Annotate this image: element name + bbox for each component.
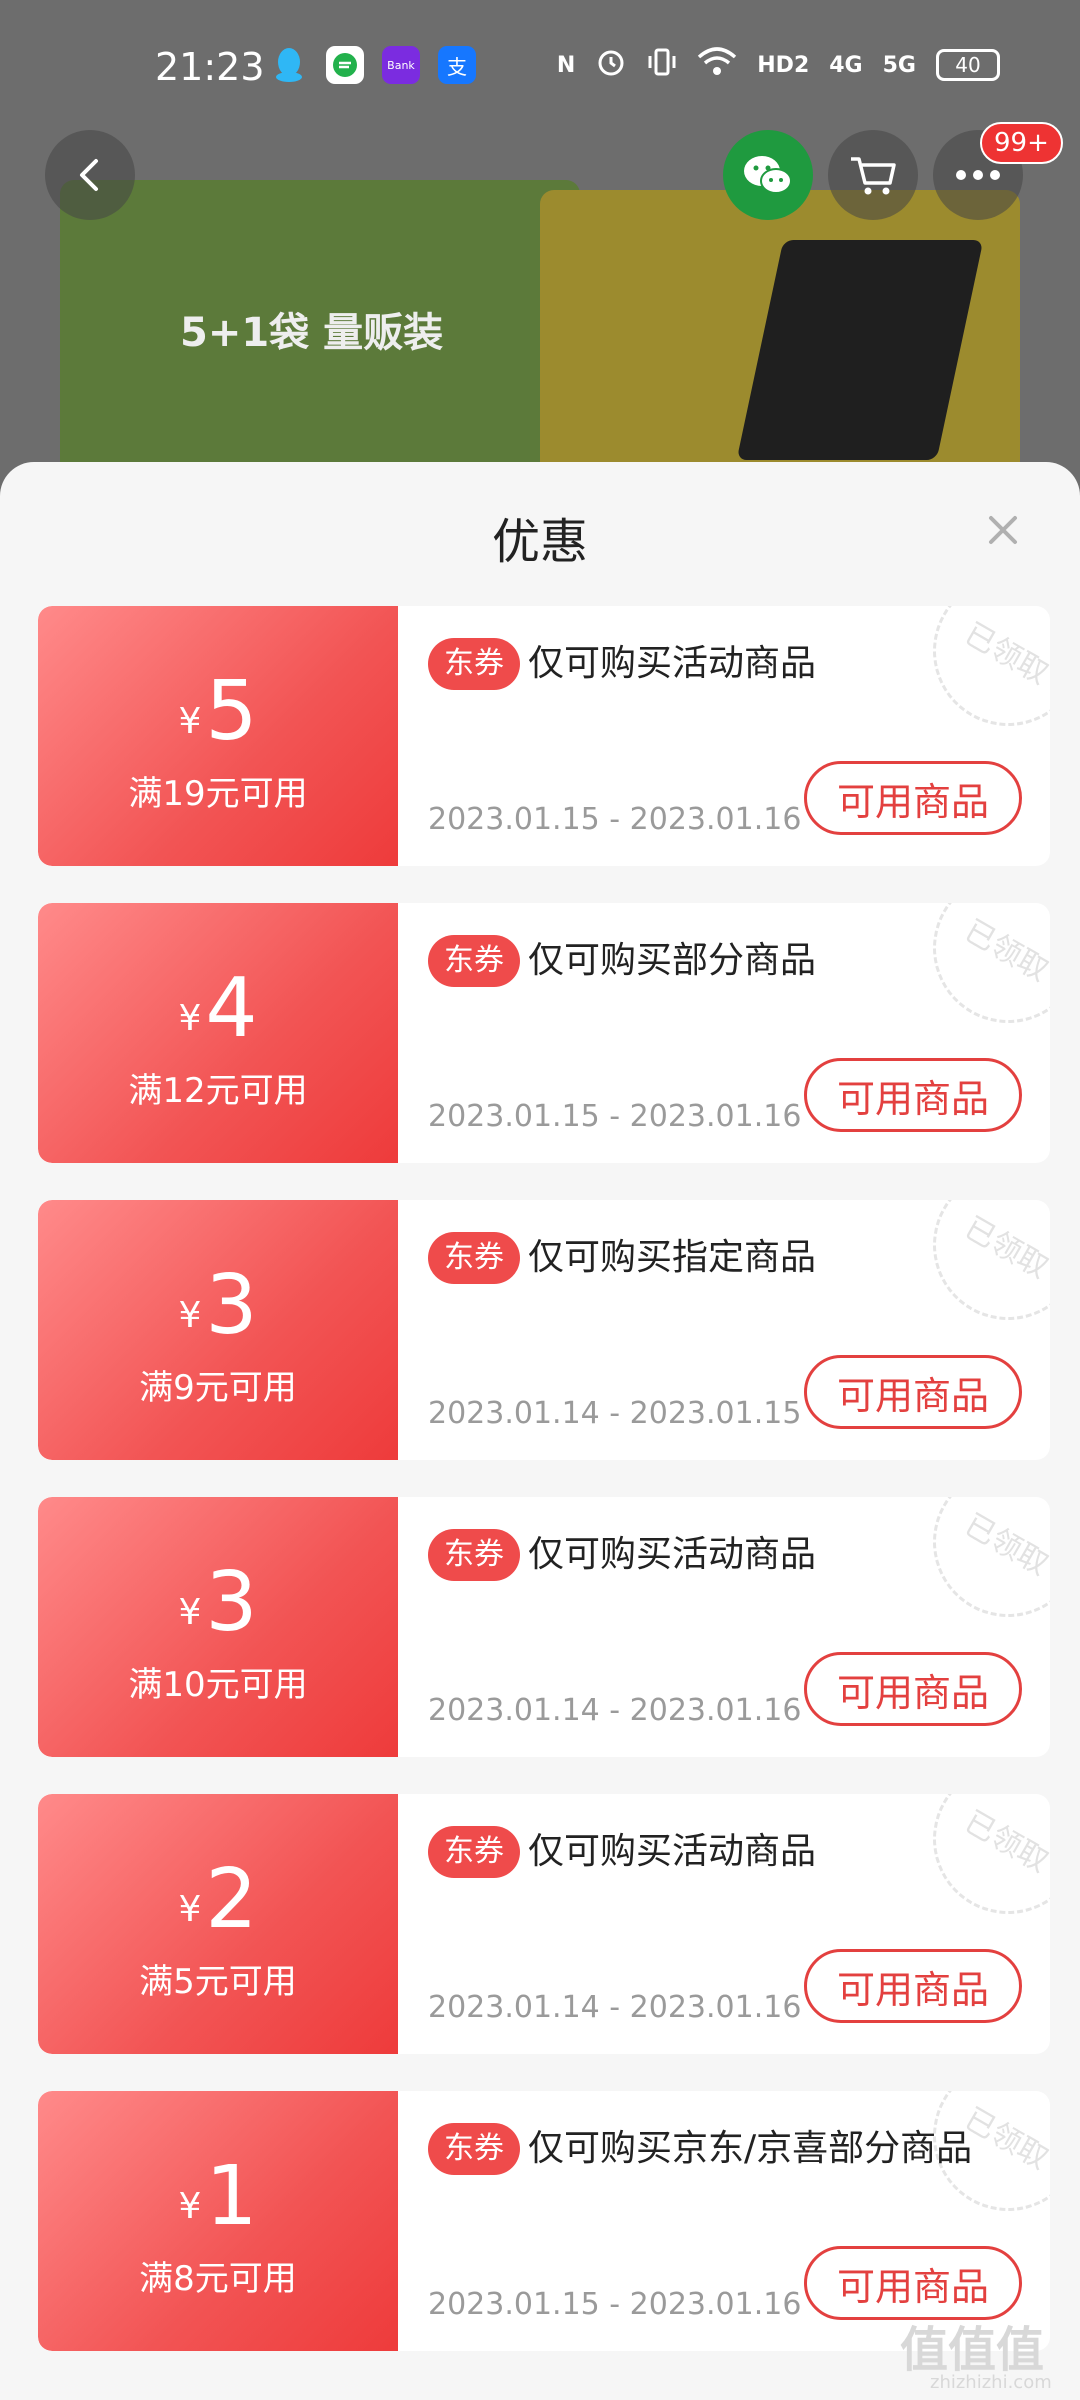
usable-products-button[interactable]: 可用商品 [804,1949,1022,2023]
watermark-url: zhizhizhi.com [930,2372,1052,2393]
usable-products-button[interactable]: 可用商品 [804,1058,1022,1132]
battery-icon: 40 [936,49,1000,81]
coupon-amount: 5 [205,664,258,759]
coupon-validity: 2023.01.15 - 2023.01.16 [428,1099,802,1134]
currency-symbol: ¥ [178,998,202,1039]
wifi-icon [697,47,737,83]
nfc-icon: N [556,52,576,78]
sheet-title: 优惠 [491,514,588,570]
coupon-threshold: 满8元可用 [139,2259,297,2299]
wechat-share-button[interactable] [723,130,813,220]
coupon-validity: 2023.01.14 - 2023.01.16 [428,1990,802,2025]
currency-symbol: ¥ [178,1889,202,1930]
coupon-description: 仅可购买指定商品 [528,1237,817,1278]
watermark: 值值值 [900,2322,1045,2378]
back-button[interactable] [45,130,135,220]
status-bar: 21:23 Bank 支 N HD2 4G 5G 40 [0,0,1080,130]
coupon-value-panel: ¥2 满5元可用 [38,1794,398,2054]
alipay-icon: 支 [438,46,476,84]
cart-badge: 99+ [980,122,1063,164]
coupon-card: ¥3 满9元可用 已领取 东券 仅可购买指定商品 2023.01.14 - 20… [38,1200,1050,1460]
coupon-card: ¥5 满19元可用 已领取 东券 仅可购买活动商品 2023.01.15 - 2… [38,606,1050,866]
notification-icons: Bank 支 [270,46,476,84]
coupon-tag: 东券 [428,935,520,987]
chevron-left-icon [80,159,98,191]
currency-symbol: ¥ [178,1295,202,1336]
currency-symbol: ¥ [178,701,202,742]
alarm-icon [595,46,627,84]
coupon-tag: 东券 [428,1826,520,1878]
coupon-amount: 4 [205,961,258,1056]
coupon-card: ¥3 满10元可用 已领取 东券 仅可购买活动商品 2023.01.14 - 2… [38,1497,1050,1757]
coupon-threshold: 满19元可用 [128,774,308,814]
vibrate-icon [647,46,677,84]
more-dots-icon [956,170,1000,180]
coupon-card: ¥2 满5元可用 已领取 东券 仅可购买活动商品 2023.01.14 - 20… [38,1794,1050,2054]
coupon-sheet: 优惠 ¥5 满19元可用 已领取 东券 仅可购买活动商品 2023.01.15 … [0,462,1080,2400]
wechat-pay-icon [326,46,364,84]
hd-icon: HD2 [757,52,810,78]
product-label: 5+1袋 量贩装 [180,310,444,356]
coupon-description: 仅可购买京东/京喜部分商品 [528,2128,973,2169]
coupon-card: ¥1 满8元可用 已领取 东券 仅可购买京东/京喜部分商品 2023.01.15… [38,2091,1050,2351]
usable-products-button[interactable]: 可用商品 [804,2246,1022,2320]
coupon-tag: 东券 [428,2123,520,2175]
cart-button[interactable] [828,130,918,220]
coupon-value-panel: ¥3 满10元可用 [38,1497,398,1757]
coupon-validity: 2023.01.15 - 2023.01.16 [428,802,802,837]
coupon-validity: 2023.01.14 - 2023.01.15 [428,1396,802,1431]
coupon-threshold: 满12元可用 [128,1071,308,1111]
claimed-stamp: 已领取 [905,1200,1050,1348]
coupon-description: 仅可购买活动商品 [528,1831,817,1872]
coupon-threshold: 满5元可用 [139,1962,297,2002]
coupon-value-panel: ¥3 满9元可用 [38,1200,398,1460]
usable-products-button[interactable]: 可用商品 [804,761,1022,835]
currency-symbol: ¥ [178,1592,202,1633]
coupon-validity: 2023.01.15 - 2023.01.16 [428,2287,802,2322]
usable-products-button[interactable]: 可用商品 [804,1652,1022,1726]
coupon-card: ¥4 满12元可用 已领取 东券 仅可购买部分商品 2023.01.15 - 2… [38,903,1050,1163]
claimed-stamp: 已领取 [905,606,1050,754]
coupon-description: 仅可购买活动商品 [528,1534,817,1575]
coupon-tag: 东券 [428,638,520,690]
coupon-tag: 东券 [428,1529,520,1581]
claimed-stamp: 已领取 [905,903,1050,1051]
coupon-threshold: 满10元可用 [128,1665,308,1705]
currency-symbol: ¥ [178,2186,202,2227]
signal-4g-icon: 4G [829,52,863,78]
wechat-icon [744,156,792,194]
coupon-tag: 东券 [428,1232,520,1284]
coupon-amount: 1 [205,2149,258,2244]
close-button[interactable] [975,502,1031,558]
bank-icon: Bank [382,46,420,84]
coupon-amount: 3 [205,1555,258,1650]
coupon-description: 仅可购买部分商品 [528,940,817,981]
claimed-stamp: 已领取 [905,1497,1050,1645]
coupon-description: 仅可购买活动商品 [528,643,817,684]
coupon-value-panel: ¥5 满19元可用 [38,606,398,866]
coupon-value-panel: ¥4 满12元可用 [38,903,398,1163]
close-icon [989,516,1017,544]
cart-icon [851,157,896,195]
coupon-amount: 3 [205,1258,258,1353]
signal-5g-icon: 5G [882,52,916,78]
qq-icon [270,46,308,84]
system-icons: N HD2 4G 5G 40 [557,46,1000,84]
coupon-value-panel: ¥1 满8元可用 [38,2091,398,2351]
status-time: 21:23 [155,45,265,89]
claimed-stamp: 已领取 [905,1794,1050,1942]
usable-products-button[interactable]: 可用商品 [804,1355,1022,1429]
coupon-threshold: 满9元可用 [139,1368,297,1408]
coupon-validity: 2023.01.14 - 2023.01.16 [428,1693,802,1728]
coupon-amount: 2 [205,1852,258,1947]
